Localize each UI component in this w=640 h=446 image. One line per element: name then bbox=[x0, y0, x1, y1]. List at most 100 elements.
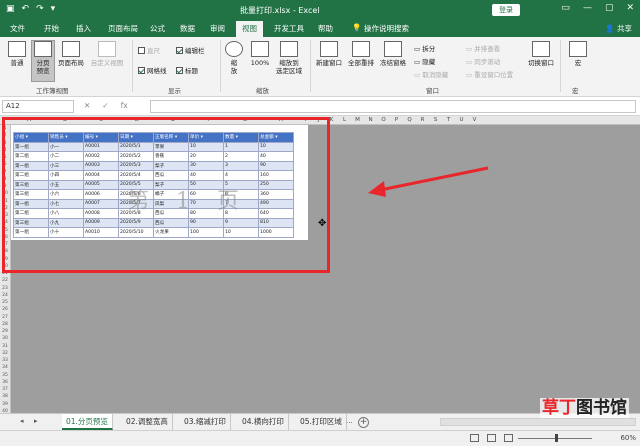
page-layout-view-button[interactable]: 页面布局 bbox=[56, 41, 86, 67]
tab-insert[interactable]: 插入 bbox=[76, 23, 91, 34]
maximize-icon[interactable]: ▢ bbox=[605, 3, 614, 13]
row-header[interactable]: 37 bbox=[0, 386, 10, 393]
column-header[interactable]: O bbox=[377, 117, 390, 123]
column-header[interactable]: R bbox=[416, 117, 429, 123]
tab-view[interactable]: 视图 bbox=[236, 21, 263, 37]
save-icon[interactable]: ▣ bbox=[6, 4, 15, 14]
tab-home[interactable]: 开始 bbox=[44, 23, 59, 34]
formula-buttons: ✕ ✓ fx bbox=[84, 101, 128, 110]
tab-formulas[interactable]: 公式 bbox=[150, 23, 165, 34]
tab-prev-icon[interactable]: ◂ bbox=[20, 417, 24, 425]
zoom-slider-handle[interactable] bbox=[555, 434, 558, 442]
hide-button[interactable]: ▭ 隐藏 bbox=[414, 56, 435, 66]
page-break-preview-button[interactable]: 分页 预览 bbox=[31, 40, 55, 82]
reset-window-position-button[interactable]: ▭ 重设窗口位置 bbox=[466, 69, 513, 79]
tab-help[interactable]: 帮助 bbox=[318, 23, 333, 34]
tab-data[interactable]: 数据 bbox=[180, 23, 195, 34]
login-button[interactable]: 登录 bbox=[492, 4, 520, 16]
redo-icon[interactable]: ↷ bbox=[36, 4, 44, 14]
group-zoom: 缩放 bbox=[256, 87, 269, 95]
column-header[interactable]: T bbox=[442, 117, 455, 123]
sheet-tab-landscape-print[interactable]: 04.横向打印 bbox=[238, 414, 289, 430]
tab-review[interactable]: 审阅 bbox=[210, 23, 225, 34]
row-header[interactable]: 31 bbox=[0, 343, 10, 350]
column-header[interactable]: S bbox=[429, 117, 442, 123]
sheet-tab-more[interactable]: ... bbox=[346, 417, 353, 425]
zoom-100-button[interactable]: 100% bbox=[248, 41, 272, 67]
minimize-icon[interactable]: — bbox=[583, 3, 592, 13]
macros-label: 宏 bbox=[574, 59, 582, 67]
arrange-all-icon bbox=[352, 41, 370, 57]
headings-checkbox[interactable]: 标题 bbox=[176, 65, 198, 75]
freeze-panes-button[interactable]: 冻结窗格 bbox=[378, 41, 408, 67]
sheet-tab-adjust-size[interactable]: 02.调整宽高 bbox=[122, 414, 173, 430]
cancel-icon[interactable]: ✕ bbox=[84, 101, 90, 110]
row-header[interactable]: 27 bbox=[0, 314, 10, 321]
column-header[interactable]: P bbox=[390, 117, 403, 123]
column-header[interactable]: N bbox=[364, 117, 377, 123]
row-header[interactable]: 39 bbox=[0, 401, 10, 408]
arrange-all-button[interactable]: 全部重排 bbox=[346, 41, 376, 67]
view-side-by-side-button[interactable]: ▭ 并排查看 bbox=[466, 43, 500, 53]
tell-me-search[interactable]: 操作说明搜索 bbox=[364, 23, 409, 34]
row-header[interactable]: 24 bbox=[0, 292, 10, 299]
row-header[interactable]: 26 bbox=[0, 306, 10, 313]
column-header[interactable]: M bbox=[351, 117, 364, 123]
zoom-level[interactable]: 60% bbox=[620, 434, 636, 442]
new-window-button[interactable]: 新建窗口 bbox=[314, 41, 344, 67]
formula-bar-checkbox[interactable]: 编辑栏 bbox=[176, 45, 205, 55]
add-sheet-button[interactable]: + bbox=[358, 417, 369, 428]
page-break-view-icon[interactable] bbox=[504, 434, 513, 442]
sheet-tab-print-area[interactable]: 05.打印区域 bbox=[296, 414, 347, 430]
share-button[interactable]: 👤 共享 bbox=[605, 23, 632, 34]
row-header[interactable]: 22 bbox=[0, 277, 10, 284]
split-button[interactable]: ▭ 拆分 bbox=[414, 43, 435, 53]
gridlines-checkbox[interactable]: 网格线 bbox=[138, 65, 167, 75]
row-header[interactable]: 36 bbox=[0, 379, 10, 386]
normal-view-icon[interactable] bbox=[470, 434, 479, 442]
tab-next-icon[interactable]: ▸ bbox=[34, 417, 38, 425]
close-icon[interactable]: ✕ bbox=[626, 3, 634, 13]
row-header[interactable]: 38 bbox=[0, 393, 10, 400]
row-header[interactable]: 35 bbox=[0, 372, 10, 379]
macros-button[interactable]: 宏 bbox=[566, 41, 590, 67]
row-header[interactable]: 32 bbox=[0, 350, 10, 357]
tab-file[interactable]: 文件 bbox=[10, 23, 25, 34]
formula-input[interactable] bbox=[150, 100, 636, 113]
ribbon-display-options-icon[interactable]: ▭ bbox=[561, 3, 570, 13]
sheet-tab-shrink-print[interactable]: 03.缩减打印 bbox=[180, 414, 231, 430]
ribbon-separator bbox=[310, 40, 311, 92]
row-header[interactable]: 34 bbox=[0, 364, 10, 371]
column-header[interactable]: V bbox=[468, 117, 481, 123]
column-header[interactable]: U bbox=[455, 117, 468, 123]
column-header[interactable]: Q bbox=[403, 117, 416, 123]
horizontal-scrollbar[interactable] bbox=[440, 418, 636, 426]
zoom-to-selection-button[interactable]: 缩放到 选定区域 bbox=[274, 41, 304, 75]
switch-windows-button[interactable]: 切换窗口 bbox=[526, 41, 556, 67]
name-box[interactable]: A12 bbox=[2, 100, 74, 113]
sheet-tab-page-break-preview[interactable]: 01.分页预览 bbox=[62, 414, 113, 430]
annotation-highlight-box bbox=[2, 117, 330, 273]
tab-developer[interactable]: 开发工具 bbox=[274, 23, 304, 34]
freeze-panes-icon bbox=[384, 41, 402, 57]
row-header[interactable]: 29 bbox=[0, 328, 10, 335]
row-header[interactable]: 30 bbox=[0, 335, 10, 342]
row-header[interactable]: 33 bbox=[0, 357, 10, 364]
undo-icon[interactable]: ↶ bbox=[22, 4, 30, 14]
row-header[interactable]: 25 bbox=[0, 299, 10, 306]
custom-views-button[interactable]: 自定义视图 bbox=[88, 41, 126, 67]
enter-icon[interactable]: ✓ bbox=[102, 101, 108, 110]
column-header[interactable]: L bbox=[338, 117, 351, 123]
row-header[interactable]: 28 bbox=[0, 321, 10, 328]
checkbox-icon bbox=[138, 47, 145, 54]
normal-view-button[interactable]: 普通 bbox=[6, 41, 28, 67]
page-layout-icon[interactable] bbox=[487, 434, 496, 442]
unhide-button[interactable]: ▭ 取消隐藏 bbox=[414, 69, 448, 79]
tab-page-layout[interactable]: 页面布局 bbox=[108, 23, 138, 34]
quick-access-more-icon[interactable]: ▾ bbox=[51, 4, 56, 14]
row-header[interactable]: 23 bbox=[0, 285, 10, 292]
insert-function-icon[interactable]: fx bbox=[121, 101, 128, 110]
synchronous-scrolling-button[interactable]: ▭ 同步滚动 bbox=[466, 56, 500, 66]
ruler-checkbox[interactable]: 直尺 bbox=[138, 45, 160, 55]
zoom-button[interactable]: 缩 放 bbox=[224, 41, 244, 75]
